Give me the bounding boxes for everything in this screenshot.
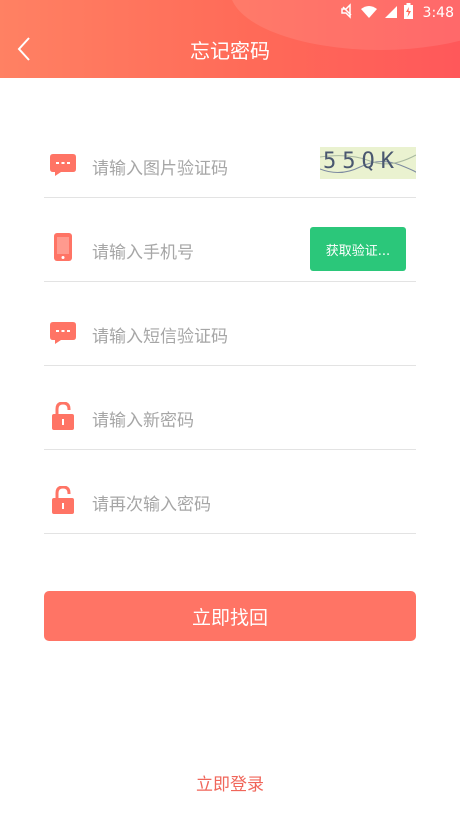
captcha-input[interactable]	[92, 154, 302, 184]
phone-input[interactable]	[92, 238, 302, 268]
captcha-text: 55QK	[323, 149, 400, 174]
message-icon	[50, 151, 76, 179]
sms-code-row	[44, 282, 416, 366]
captcha-row: 55QK	[44, 114, 416, 198]
captcha-image[interactable]: 55QK	[320, 147, 416, 179]
status-time: 3:48	[422, 5, 454, 21]
confirm-password-input[interactable]	[92, 490, 302, 520]
unlock-icon	[50, 486, 76, 514]
get-code-button[interactable]: 获取验证...	[310, 227, 406, 271]
message-icon	[50, 319, 76, 347]
status-bar: 3:48	[340, 3, 454, 23]
login-link[interactable]: 立即登录	[0, 770, 460, 795]
reset-password-form: 55QK 获取验证...	[44, 114, 416, 534]
phone-icon	[50, 233, 76, 261]
sms-code-input[interactable]	[92, 322, 302, 352]
unlock-icon	[50, 402, 76, 430]
new-password-input[interactable]	[92, 406, 302, 436]
submit-button[interactable]: 立即找回	[44, 591, 416, 641]
confirm-password-row	[44, 450, 416, 534]
muted-icon	[340, 3, 354, 23]
new-password-row	[44, 366, 416, 450]
signal-icon	[384, 4, 398, 23]
page-title: 忘记密码	[190, 39, 270, 63]
battery-icon	[403, 3, 413, 23]
top-bar: 3:48 忘记密码	[0, 0, 460, 78]
wifi-icon	[360, 4, 378, 23]
